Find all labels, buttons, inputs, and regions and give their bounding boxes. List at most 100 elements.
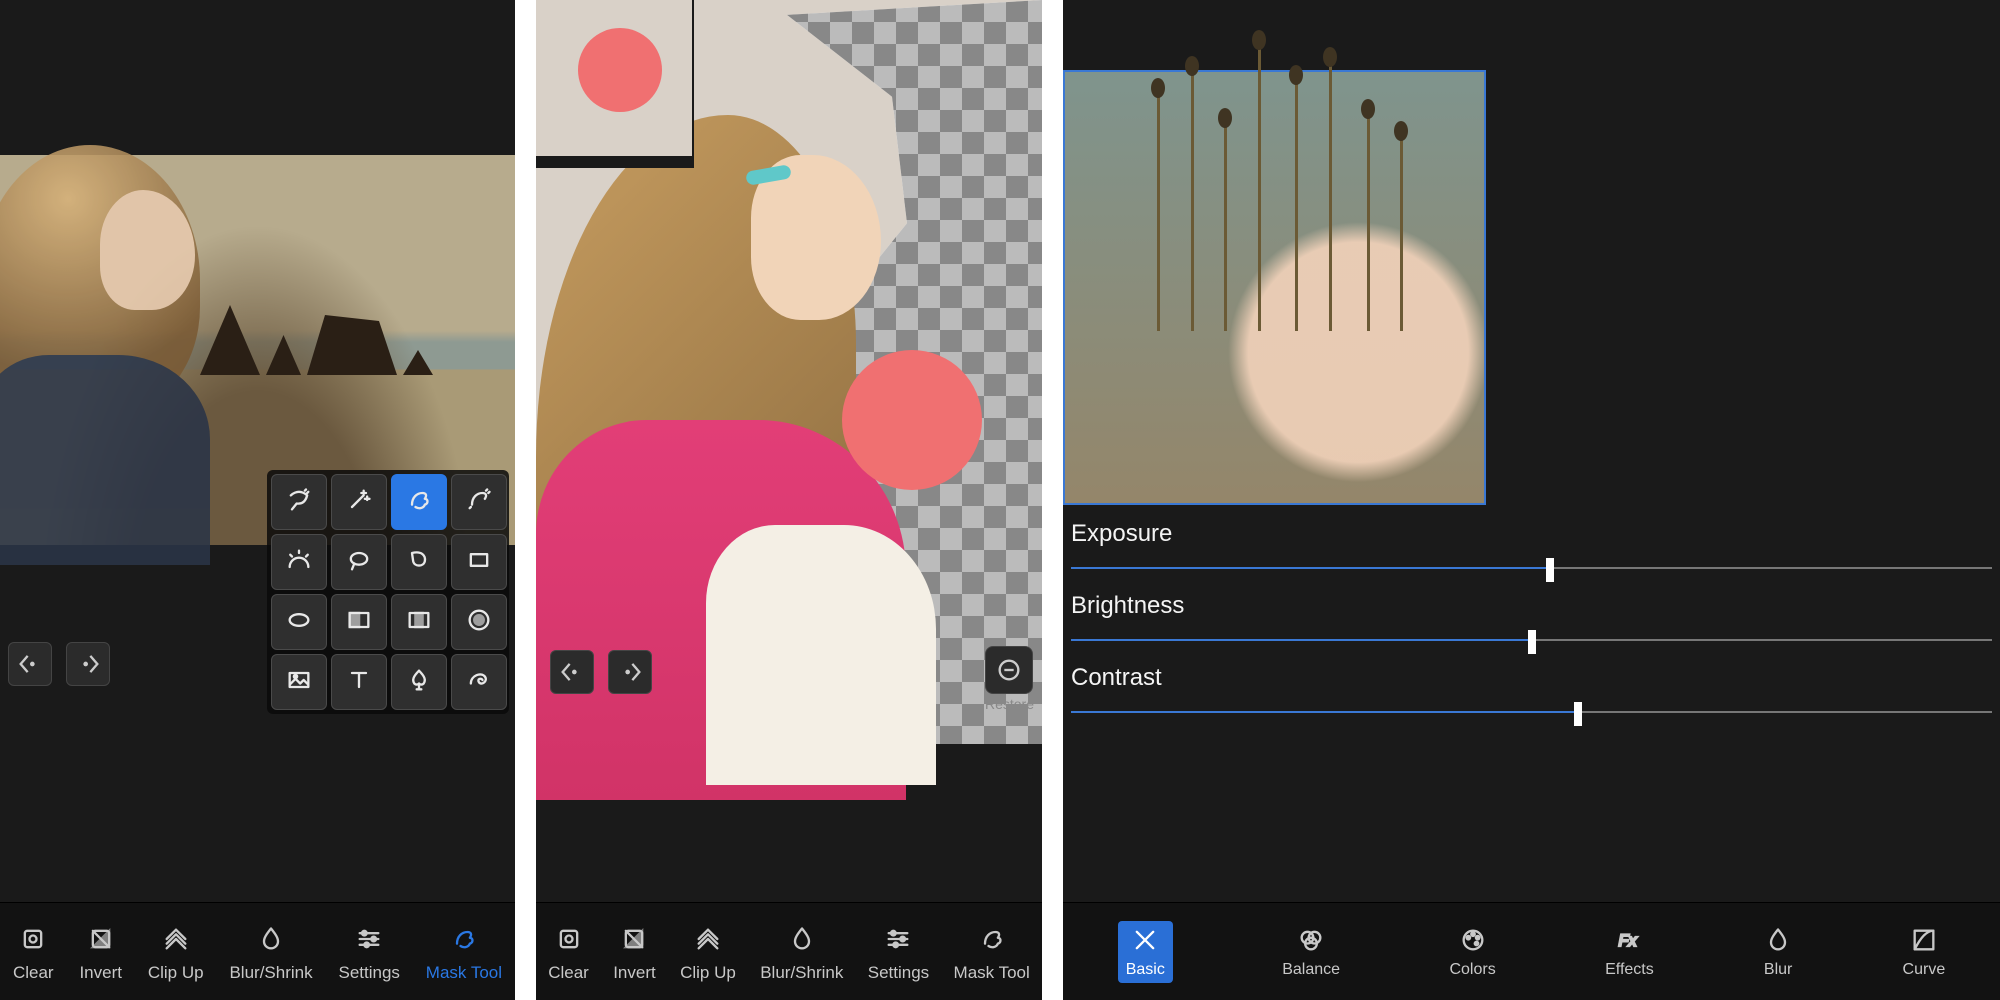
toolbar-clear[interactable]: Clear <box>548 921 589 983</box>
effects-icon: Fx <box>1614 925 1644 955</box>
undo-button[interactable] <box>8 642 52 686</box>
tool-text[interactable] <box>331 654 387 710</box>
slider-track[interactable] <box>1071 702 1992 722</box>
restore-button[interactable]: Restore <box>985 646 1034 712</box>
clip-up-icon <box>690 921 726 957</box>
toolbar-curve[interactable]: Curve <box>1903 925 1946 979</box>
toolbar-label: Blur/Shrink <box>229 963 312 983</box>
toolbar-label: Clear <box>13 963 54 983</box>
tool-gradient-horizontal[interactable] <box>331 594 387 650</box>
history-controls <box>8 642 110 686</box>
curve-icon <box>1909 925 1939 955</box>
toolbar-mask-tool[interactable]: Mask Tool <box>426 921 502 983</box>
toolbar-blur-shrink[interactable]: Blur/Shrink <box>229 921 312 983</box>
tool-gradient-mirror[interactable] <box>391 594 447 650</box>
undo-button[interactable] <box>550 650 594 694</box>
tool-rectangle[interactable] <box>451 534 507 590</box>
toolbar-blur[interactable]: Blur <box>1763 925 1793 979</box>
tool-lasso[interactable] <box>331 534 387 590</box>
blur-shrink-icon <box>253 921 289 957</box>
tool-sun-arc[interactable] <box>271 534 327 590</box>
sun-arc-icon <box>285 546 313 579</box>
slider-track[interactable] <box>1071 558 1992 578</box>
mask-tool-icon <box>974 921 1010 957</box>
gradient-mirror-icon <box>405 606 433 639</box>
toolbar-colors[interactable]: Colors <box>1449 925 1495 979</box>
toolbar-clip-up[interactable]: Clip Up <box>148 921 204 983</box>
adjustment-sliders: Exposure Brightness Contrast <box>1071 520 1992 736</box>
toolbar-label: Invert <box>613 963 656 983</box>
toolbar-settings[interactable]: Settings <box>338 921 399 983</box>
subject-dress <box>706 525 936 785</box>
ellipse-icon <box>285 606 313 639</box>
tool-ellipse[interactable] <box>271 594 327 650</box>
screenshot-adjustments: Exposure Brightness Contrast Basic Balanc… <box>1063 0 2000 1000</box>
radial-gradient-icon <box>465 606 493 639</box>
toolbar-effects[interactable]: Fx Effects <box>1605 925 1654 979</box>
tool-brush[interactable] <box>391 474 447 530</box>
tool-landscape[interactable] <box>271 654 327 710</box>
slider-label: Brightness <box>1071 592 1992 620</box>
slider-thumb[interactable] <box>1528 630 1536 654</box>
settings-icon <box>880 921 916 957</box>
toolbar-label: Blur/Shrink <box>760 963 843 983</box>
tool-swirl[interactable] <box>451 654 507 710</box>
slider-thumb[interactable] <box>1574 702 1582 726</box>
tool-freeform[interactable] <box>391 534 447 590</box>
clip-up-icon <box>158 921 194 957</box>
toolbar-invert[interactable]: Invert <box>613 921 656 983</box>
toolbar-settings[interactable]: Settings <box>868 921 929 983</box>
bottom-toolbar: Clear Invert Clip Up Blur/Shrink Settings Mas… <box>536 902 1042 1000</box>
preview-minimap[interactable] <box>536 0 694 168</box>
bottom-toolbar: Basic Balance Colors Fx Effects Blur Curve <box>1063 902 2000 1000</box>
slider-label: Exposure <box>1071 520 1992 548</box>
freeform-icon <box>405 546 433 579</box>
slider-brightness: Brightness <box>1071 592 1992 650</box>
toolbar-label: Curve <box>1903 961 1946 979</box>
tool-magic-lasso[interactable] <box>271 474 327 530</box>
mask-tool-grid <box>267 470 509 714</box>
screenshot-mask-erase: Restore Clear Invert Clip Up Blur/Shrink Set… <box>536 0 1042 1000</box>
tool-magic-wand[interactable] <box>331 474 387 530</box>
toolbar-label: Clear <box>548 963 589 983</box>
tool-sparkle-brush[interactable] <box>451 474 507 530</box>
minimap-brush-dot <box>578 28 662 112</box>
toolbar-label: Clip Up <box>680 963 736 983</box>
rectangle-icon <box>465 546 493 579</box>
toolbar-label: Mask Tool <box>426 963 502 983</box>
mask-tool-icon <box>446 921 482 957</box>
invert-icon <box>83 921 119 957</box>
redo-button[interactable] <box>608 650 652 694</box>
brush-icon <box>405 486 433 519</box>
image-canvas[interactable] <box>1063 70 1486 505</box>
bottom-toolbar: Clear Invert Clip Up Blur/Shrink Settings Mas… <box>0 902 515 1000</box>
slider-thumb[interactable] <box>1546 558 1554 582</box>
clear-icon <box>551 921 587 957</box>
toolbar-mask-tool[interactable]: Mask Tool <box>954 921 1030 983</box>
landscape-icon <box>285 666 313 699</box>
toolbar-label: Effects <box>1605 961 1654 979</box>
toolbar-clear[interactable]: Clear <box>13 921 54 983</box>
tool-spade[interactable] <box>391 654 447 710</box>
slider-label: Contrast <box>1071 664 1992 692</box>
toolbar-label: Clip Up <box>148 963 204 983</box>
slider-track[interactable] <box>1071 630 1992 650</box>
slider-exposure: Exposure <box>1071 520 1992 578</box>
toolbar-basic[interactable]: Basic <box>1118 921 1173 983</box>
toolbar-blur-shrink[interactable]: Blur/Shrink <box>760 921 843 983</box>
colors-icon <box>1458 925 1488 955</box>
sparkle-brush-icon <box>465 486 493 519</box>
toolbar-balance[interactable]: Balance <box>1282 925 1340 979</box>
toolbar-label: Balance <box>1282 961 1340 979</box>
toolbar-label: Blur <box>1764 961 1792 979</box>
redo-button[interactable] <box>66 642 110 686</box>
svg-text:Fx: Fx <box>1619 931 1638 949</box>
tool-radial-gradient[interactable] <box>451 594 507 650</box>
settings-icon <box>351 921 387 957</box>
toolbar-clip-up[interactable]: Clip Up <box>680 921 736 983</box>
swirl-icon <box>465 666 493 699</box>
toolbar-label: Basic <box>1126 961 1165 979</box>
toolbar-invert[interactable]: Invert <box>79 921 122 983</box>
screenshot-mask-tool-grid: Clear Invert Clip Up Blur/Shrink Settings Mas… <box>0 0 515 1000</box>
blur-icon <box>1763 925 1793 955</box>
